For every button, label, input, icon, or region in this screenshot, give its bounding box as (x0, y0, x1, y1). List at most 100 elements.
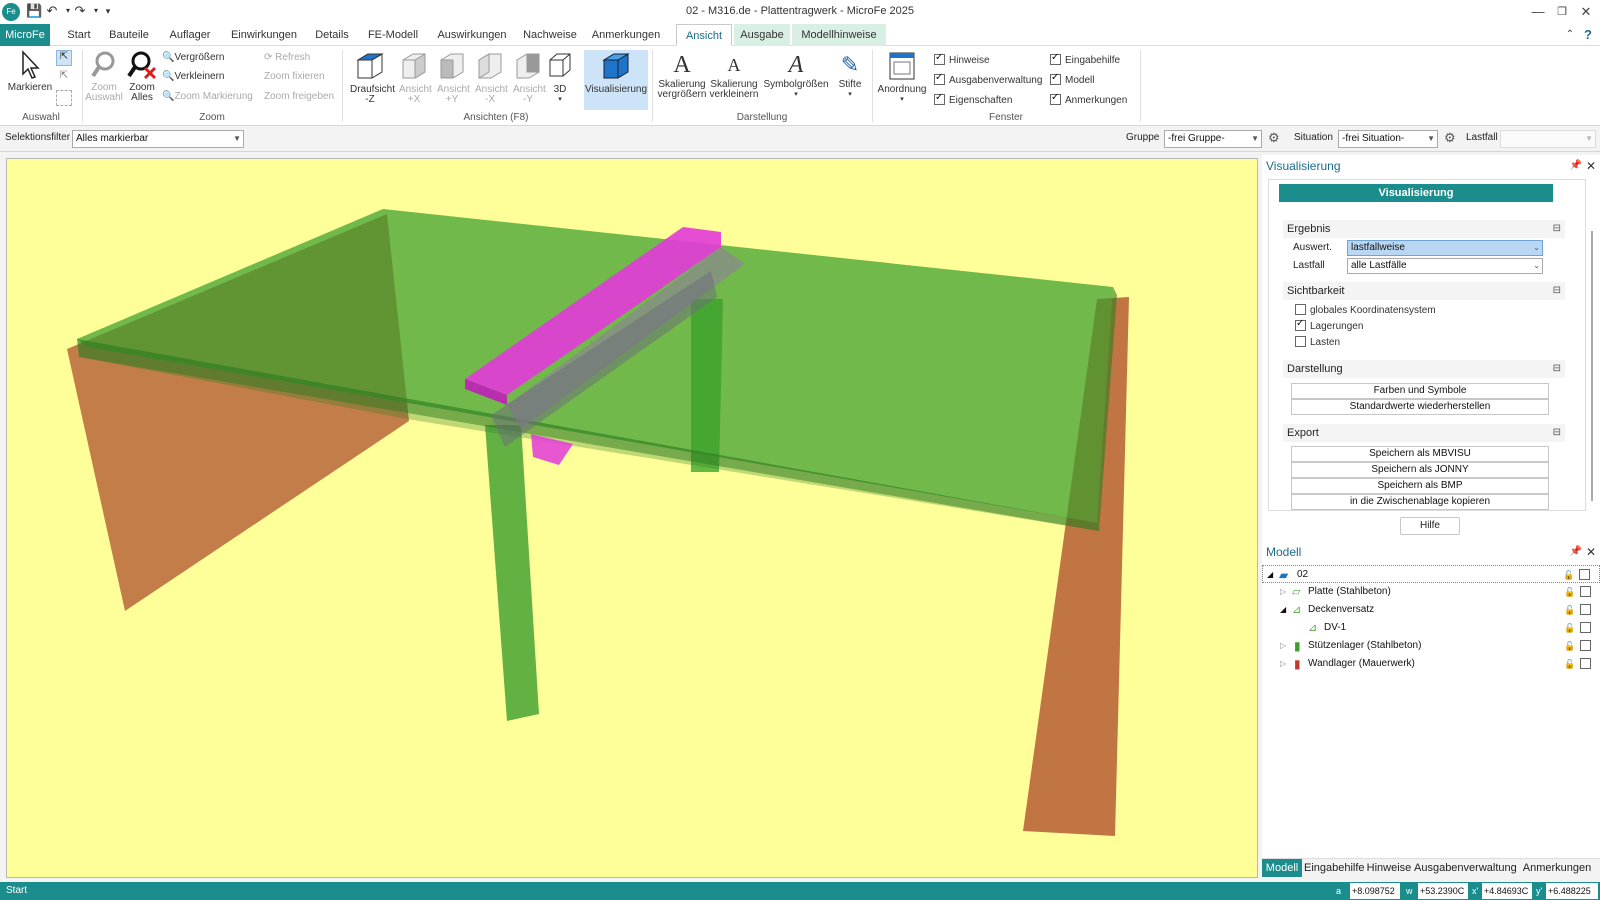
select-arrow-icon[interactable]: ⇱ (56, 50, 72, 66)
speichern-mbvisu-button[interactable]: Speichern als MBVISU (1291, 446, 1549, 462)
tab-hinweise[interactable]: Hinweise (1366, 859, 1412, 877)
visibility-checkbox[interactable] (1580, 640, 1591, 651)
visualisierung-scrollbar[interactable] (1588, 181, 1596, 511)
zoom-freigeben-button[interactable]: Zoom freigeben (264, 91, 334, 102)
lagerungen-checkbox[interactable]: Lagerungen (1295, 318, 1363, 332)
vergroessern-button[interactable]: 🔍Vergrößern (162, 52, 224, 63)
3d-viewport[interactable] (6, 158, 1258, 878)
tab-details[interactable]: Details (312, 24, 352, 46)
lastfall-select[interactable]: ▼ (1500, 130, 1596, 148)
tree-item-dv-1[interactable]: ⊿ DV-1 🔓 (1262, 619, 1600, 637)
tab-ausgabenverwaltung[interactable]: Ausgabenverwaltung (1414, 859, 1517, 877)
collapse-icon[interactable]: ◢ (1280, 601, 1286, 619)
refresh-button[interactable]: ⟳ Refresh (264, 52, 310, 63)
tab-microfe[interactable]: MicroFe (0, 24, 50, 46)
modell-checkbox[interactable]: Modell (1050, 72, 1094, 86)
tab-nachweise[interactable]: Nachweise (522, 24, 578, 46)
lock-icon[interactable]: 🔓 (1564, 619, 1575, 637)
lock-icon[interactable]: 🔓 (1564, 583, 1575, 601)
lastfall-select[interactable]: alle Lastfälle ⌄ (1347, 258, 1543, 274)
zoom-fixieren-button[interactable]: Zoom fixieren (264, 71, 325, 82)
ansicht-mx-button[interactable]: Ansicht -X (472, 50, 508, 110)
stifte-button[interactable]: ✎ Stifte ▾ (832, 50, 868, 110)
hinweise-checkbox[interactable]: Hinweise (934, 52, 990, 66)
situation-select[interactable]: -frei Situation- ▼ (1338, 130, 1438, 148)
pin-icon[interactable]: 📌 (1570, 541, 1582, 563)
visualisierung-button[interactable]: Visualisierung (584, 50, 648, 110)
minimize-icon[interactable]: — (1528, 3, 1548, 21)
tree-root[interactable]: ◢ ▰ 02 🔓 (1262, 565, 1600, 583)
close-icon[interactable]: ✕ (1586, 155, 1596, 177)
tab-modellhinweise[interactable]: Modellhinweise (792, 24, 886, 46)
select-rectangle-icon[interactable] (56, 90, 72, 106)
expand-icon[interactable]: ▷ (1280, 655, 1286, 673)
visibility-checkbox[interactable] (1580, 586, 1591, 597)
close-icon[interactable]: ✕ (1586, 541, 1596, 563)
tree-item-stuetzenlager[interactable]: ▷ ▮ Stützenlager (Stahlbeton) 🔓 (1262, 637, 1600, 655)
select-multi-icon[interactable]: ⇱ (56, 70, 72, 86)
collapse-icon[interactable]: ⊟ (1553, 360, 1561, 378)
ausgabenverwaltung-checkbox[interactable]: Ausgabenverwaltung (934, 72, 1042, 86)
help-icon[interactable]: ? (1578, 26, 1598, 44)
collapse-icon[interactable]: ⊟ (1553, 220, 1561, 238)
collapse-icon[interactable]: ⊟ (1553, 282, 1561, 300)
tab-bauteile[interactable]: Bauteile (106, 24, 152, 46)
visibility-checkbox[interactable] (1580, 658, 1591, 669)
ergebnis-section-header[interactable]: Ergebnis ⊟ (1283, 220, 1565, 238)
standardwerte-button[interactable]: Standardwerte wiederherstellen (1291, 399, 1549, 415)
visualisierung-header-button[interactable]: Visualisierung (1279, 184, 1553, 202)
pin-icon[interactable]: 📌 (1570, 155, 1582, 177)
markieren-button[interactable]: Markieren (6, 50, 54, 102)
ansicht-py-button[interactable]: Ansicht +Y (434, 50, 470, 110)
tab-eingabehilfe[interactable]: Eingabehilfe (1304, 859, 1365, 877)
draufsicht-button[interactable]: Draufsicht -Z (346, 50, 395, 110)
globales-koordinatensystem-checkbox[interactable]: globales Koordinatensystem (1295, 304, 1436, 316)
restore-icon[interactable]: ❐ (1552, 3, 1572, 21)
tab-modell[interactable]: Modell (1262, 859, 1302, 877)
gruppe-settings-icon[interactable]: ⚙ (1268, 130, 1280, 146)
verkleinern-button[interactable]: 🔍Verkleinern (162, 71, 224, 82)
situation-settings-icon[interactable]: ⚙ (1444, 130, 1456, 146)
auswert-select[interactable]: lastfallweise ⌄ (1347, 240, 1543, 256)
skalierung-vergroessern-button[interactable]: A Skalierung vergrößern (656, 50, 708, 110)
anordnung-button[interactable]: Anordnung ▾ (876, 50, 928, 110)
ansicht-px-button[interactable]: Ansicht +X (396, 50, 432, 110)
lock-icon[interactable]: 🔓 (1564, 637, 1575, 655)
close-icon[interactable]: ✕ (1576, 3, 1596, 21)
expand-icon[interactable]: ▷ (1280, 637, 1286, 655)
sichtbarkeit-section-header[interactable]: Sichtbarkeit ⊟ (1283, 282, 1565, 300)
lock-icon[interactable]: 🔓 (1564, 655, 1575, 673)
symbolgroessen-button[interactable]: A Symbolgrößen ▾ (762, 50, 830, 110)
anmerkungen-checkbox[interactable]: Anmerkungen (1050, 92, 1127, 106)
ansicht-my-button[interactable]: Ansicht -Y (510, 50, 546, 110)
speichern-jonny-button[interactable]: Speichern als JONNY (1291, 462, 1549, 478)
collapse-ribbon-icon[interactable]: ⌃ (1560, 26, 1580, 44)
zoom-auswahl-button[interactable]: Zoom Auswahl (84, 50, 124, 110)
tab-start[interactable]: Start (62, 24, 96, 46)
tab-einwirkungen[interactable]: Einwirkungen (228, 24, 300, 46)
tab-fe-modell[interactable]: FE-Modell (364, 24, 422, 46)
lock-icon[interactable]: 🔓 (1564, 601, 1575, 619)
tab-ansicht[interactable]: Ansicht (676, 24, 732, 46)
zoom-alles-button[interactable]: Zoom Alles (124, 50, 160, 110)
eingabehilfe-checkbox[interactable]: Eingabehilfe (1050, 52, 1120, 66)
speichern-bmp-button[interactable]: Speichern als BMP (1291, 478, 1549, 494)
3d-button[interactable]: 3D ▾ (548, 50, 572, 110)
visibility-checkbox[interactable] (1579, 569, 1590, 580)
hilfe-button[interactable]: Hilfe (1400, 517, 1460, 535)
scrollbar-thumb[interactable] (1591, 231, 1593, 501)
tab-auflager[interactable]: Auflager (166, 24, 214, 46)
export-section-header[interactable]: Export ⊟ (1283, 424, 1565, 442)
expand-icon[interactable]: ▷ (1280, 583, 1286, 601)
tab-ausgabe[interactable]: Ausgabe (734, 24, 790, 46)
zoom-markierung-button[interactable]: 🔍Zoom Markierung (162, 91, 253, 102)
tab-auswirkungen[interactable]: Auswirkungen (436, 24, 508, 46)
tree-item-deckenversatz[interactable]: ◢ ⊿ Deckenversatz 🔓 (1262, 601, 1600, 619)
visibility-checkbox[interactable] (1580, 622, 1591, 633)
selektionsfilter-select[interactable]: Alles markierbar ▼ (72, 130, 244, 148)
expand-icon[interactable]: ◢ (1267, 566, 1273, 584)
lasten-checkbox[interactable]: Lasten (1295, 336, 1340, 348)
darstellung-section-header[interactable]: Darstellung ⊟ (1283, 360, 1565, 378)
eigenschaften-checkbox[interactable]: Eigenschaften (934, 92, 1012, 106)
tab-anmerkungen[interactable]: Anmerkungen (1516, 859, 1598, 877)
